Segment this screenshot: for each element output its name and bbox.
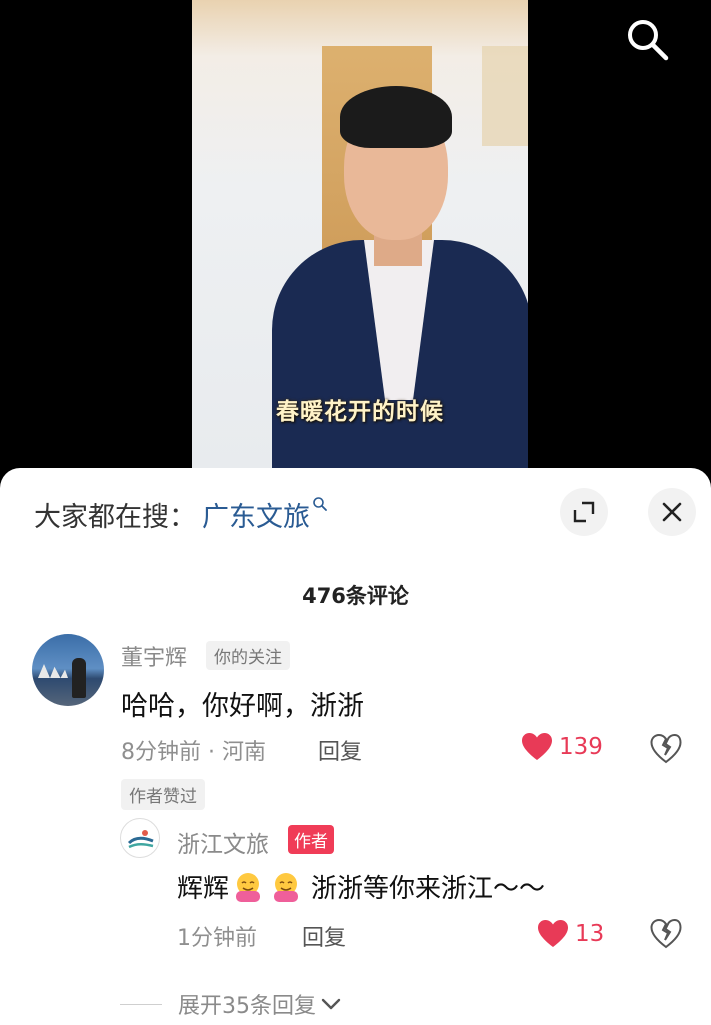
expand-replies-button[interactable]: 展开35条回复: [120, 988, 342, 1020]
comment-username[interactable]: 董宇辉: [121, 640, 187, 672]
comment-text: 哈哈，你好啊，浙浙: [121, 691, 364, 722]
like-count: 139: [559, 734, 603, 760]
expand-icon: [573, 501, 595, 523]
broken-heart-icon: [650, 918, 682, 949]
dislike-button[interactable]: [650, 733, 682, 765]
like-count: 13: [575, 921, 605, 947]
reply-text-after: 浙浙等你来浙江～～: [311, 874, 546, 904]
search-button[interactable]: [622, 14, 672, 64]
hot-search-prefix: 大家都在搜：: [34, 502, 196, 533]
hot-search-bar: 大家都在搜： 广东文旅: [34, 495, 328, 534]
reply-text-before: 辉辉: [177, 874, 230, 904]
broken-heart-icon: [650, 733, 682, 764]
chevron-down-icon: [321, 998, 341, 1010]
reply-button[interactable]: 回复: [302, 920, 346, 952]
reply-avatar[interactable]: [120, 818, 160, 858]
reply-text: 辉辉 浙浙等你来浙江～～: [177, 868, 545, 905]
comment-count: 476条评论: [302, 584, 409, 608]
search-small-icon: [312, 496, 328, 517]
zhejiang-logo-icon: [127, 830, 154, 849]
reply-button[interactable]: 回复: [318, 734, 362, 766]
person-hair: [340, 86, 452, 148]
like-button[interactable]: 139: [521, 732, 603, 762]
close-icon: [662, 502, 682, 522]
avatar[interactable]: [32, 634, 104, 706]
hot-search-term[interactable]: 广东文旅: [202, 495, 310, 534]
expand-button[interactable]: [560, 488, 608, 536]
divider-line: [120, 1003, 162, 1005]
search-icon: [628, 20, 669, 61]
heart-icon: [522, 733, 552, 760]
author-badge: 作者: [288, 825, 334, 854]
close-button[interactable]: [648, 488, 696, 536]
heart-icon: [538, 920, 568, 947]
comment-time-location: 8分钟前 · 河南: [121, 740, 266, 765]
author-liked-badge: 作者赞过: [121, 779, 205, 810]
avatar-landmark: [38, 664, 68, 678]
following-badge: 你的关注: [206, 641, 290, 670]
video-player[interactable]: 春暖花开的时候: [0, 0, 711, 500]
hug-emoji-icon: [269, 871, 303, 903]
like-button[interactable]: 13: [537, 919, 604, 949]
video-frame[interactable]: 春暖花开的时候: [192, 0, 528, 470]
reply-username[interactable]: 浙江文旅: [177, 825, 269, 859]
dislike-button[interactable]: [650, 918, 682, 950]
hug-emoji-icon: [231, 871, 265, 903]
avatar-person: [72, 658, 86, 698]
expand-replies-label: 展开35条回复: [178, 994, 316, 1019]
reply-time: 1分钟前: [177, 926, 257, 951]
video-caption: 春暖花开的时候: [276, 399, 444, 425]
background-panel: [482, 46, 528, 146]
